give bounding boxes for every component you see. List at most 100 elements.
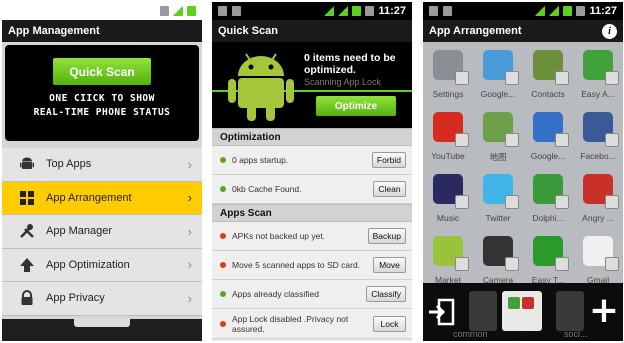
usb-icon	[429, 6, 438, 16]
checkbox[interactable]	[505, 71, 519, 85]
drawer-handle[interactable]	[74, 319, 130, 327]
bottom-drawer	[2, 319, 202, 341]
page-title: App Arrangement	[429, 25, 522, 37]
app-grid: Settings Google... Contacts Easy A... YouTub…	[423, 42, 623, 294]
youtube-icon	[433, 112, 469, 147]
exit-icon[interactable]	[427, 297, 457, 327]
app-tile[interactable]: Contacts	[523, 46, 573, 108]
status-ok-icon	[220, 157, 226, 163]
checkbox[interactable]	[505, 195, 519, 209]
app-tile[interactable]: Facebo...	[573, 108, 623, 170]
app-label: Google...	[480, 89, 516, 99]
folder-social[interactable]	[556, 291, 584, 331]
quick-scan-banner: Quick Scan ONE CIICK TO SHOW REAL-TIME P…	[5, 45, 199, 141]
app-tile[interactable]: Dolphi...	[523, 170, 573, 232]
menu-item-app-privacy[interactable]: App Privacy ›	[2, 282, 202, 316]
notification-icon	[232, 6, 241, 16]
checkbox[interactable]	[455, 71, 469, 85]
checkbox[interactable]	[455, 195, 469, 209]
quick-scan-screen: 11:27 Quick Scan 0 items need to be opti…	[212, 2, 412, 341]
checkbox[interactable]	[605, 195, 619, 209]
chevron-right-icon: ›	[187, 190, 192, 206]
settings-icon	[433, 50, 469, 85]
list-item: Apps already classified Classify	[212, 280, 412, 309]
grid-icon	[18, 189, 36, 207]
signal-icon	[173, 6, 183, 16]
usb-icon	[218, 6, 227, 16]
talk-icon	[483, 50, 519, 85]
lock-button[interactable]: Lock	[373, 315, 406, 332]
chevron-right-icon: ›	[187, 156, 192, 172]
status-warning-icon	[220, 320, 226, 327]
checkbox[interactable]	[555, 71, 569, 85]
checkbox[interactable]	[605, 257, 619, 271]
folder-game[interactable]	[502, 291, 542, 331]
app-tile[interactable]: Settings	[423, 46, 473, 108]
chevron-right-icon: ›	[187, 290, 192, 306]
row-text: Move 5 scanned apps to SD card.	[232, 260, 361, 270]
row-text: APKs not backed up yet.	[232, 231, 326, 241]
scan-status-text: Scanning App Lock	[304, 77, 382, 87]
app-tile[interactable]: Easy A...	[573, 46, 623, 108]
backup-button[interactable]: Backup	[367, 228, 406, 244]
app-tile[interactable]: YouTube	[423, 108, 473, 170]
classify-button[interactable]: Classify	[366, 286, 406, 302]
page-title-bar: App Arrangement i	[423, 20, 623, 42]
app-label: Dolphi...	[532, 213, 564, 223]
menu-item-label: App Arrangement	[46, 191, 132, 204]
status-ok-icon	[220, 291, 226, 297]
folder-preview-icon	[508, 297, 534, 309]
clean-button[interactable]: Clean	[373, 181, 406, 197]
maps-icon	[483, 112, 519, 147]
app-tile[interactable]: Music	[423, 170, 473, 232]
checkbox[interactable]	[505, 133, 519, 147]
battery-icon	[352, 6, 362, 16]
angry-birds-icon	[583, 174, 619, 209]
app-arrangement-screen: 11:27 App Arrangement i Settings Google..…	[423, 2, 623, 341]
checkbox[interactable]	[555, 257, 569, 271]
menu-item-app-arrangement[interactable]: App Arrangement ›	[2, 181, 202, 215]
checkbox[interactable]	[605, 71, 619, 85]
optimize-button[interactable]: Optimize	[316, 96, 396, 116]
checkbox[interactable]	[555, 195, 569, 209]
checkbox[interactable]	[555, 133, 569, 147]
quick-scan-button[interactable]: Quick Scan	[53, 58, 151, 85]
alarm-icon	[365, 6, 375, 16]
info-icon[interactable]: i	[602, 23, 617, 39]
menu-item-app-optimization[interactable]: App Optimization ›	[2, 248, 202, 282]
list-item: APKs not backed up yet. Backup	[212, 222, 412, 251]
app-label: Music	[436, 213, 460, 223]
menu-item-app-manager[interactable]: App Manager ›	[2, 215, 202, 249]
music-icon	[433, 174, 469, 209]
dolphin-icon	[533, 174, 569, 209]
app-tile[interactable]: Twitter	[473, 170, 523, 232]
market-icon	[433, 236, 469, 271]
checkbox[interactable]	[455, 133, 469, 147]
status-warning-icon	[220, 233, 226, 239]
status-warning-icon	[220, 262, 226, 268]
checkbox[interactable]	[605, 133, 619, 147]
easy-task-icon	[533, 236, 569, 271]
app-tile[interactable]: Google...	[473, 46, 523, 108]
forbid-button[interactable]: Forbid	[371, 152, 406, 168]
app-tile[interactable]: Google...	[523, 108, 573, 170]
status-bar	[2, 2, 202, 20]
checkbox[interactable]	[455, 257, 469, 271]
list-item: 0 apps startup. Forbid	[212, 146, 412, 175]
app-label: Easy A...	[581, 89, 615, 99]
checkbox[interactable]	[505, 257, 519, 271]
menu-item-top-apps[interactable]: Top Apps ›	[2, 148, 202, 182]
battery-icon	[563, 6, 573, 16]
menu-item-label: Top Apps	[46, 158, 92, 171]
status-bar: 11:27	[423, 2, 623, 20]
page-title: Quick Scan	[212, 20, 412, 42]
lock-icon	[18, 289, 36, 307]
add-folder-icon[interactable]: +	[589, 293, 619, 329]
folder-common[interactable]	[469, 291, 497, 331]
move-button[interactable]: Move	[373, 257, 406, 273]
app-tile[interactable]: 地图	[473, 108, 523, 170]
arrow-up-icon	[18, 256, 36, 274]
page-title: App Management	[2, 20, 202, 42]
app-tile[interactable]: Angry ...	[573, 170, 623, 232]
signal-icon	[535, 6, 546, 16]
